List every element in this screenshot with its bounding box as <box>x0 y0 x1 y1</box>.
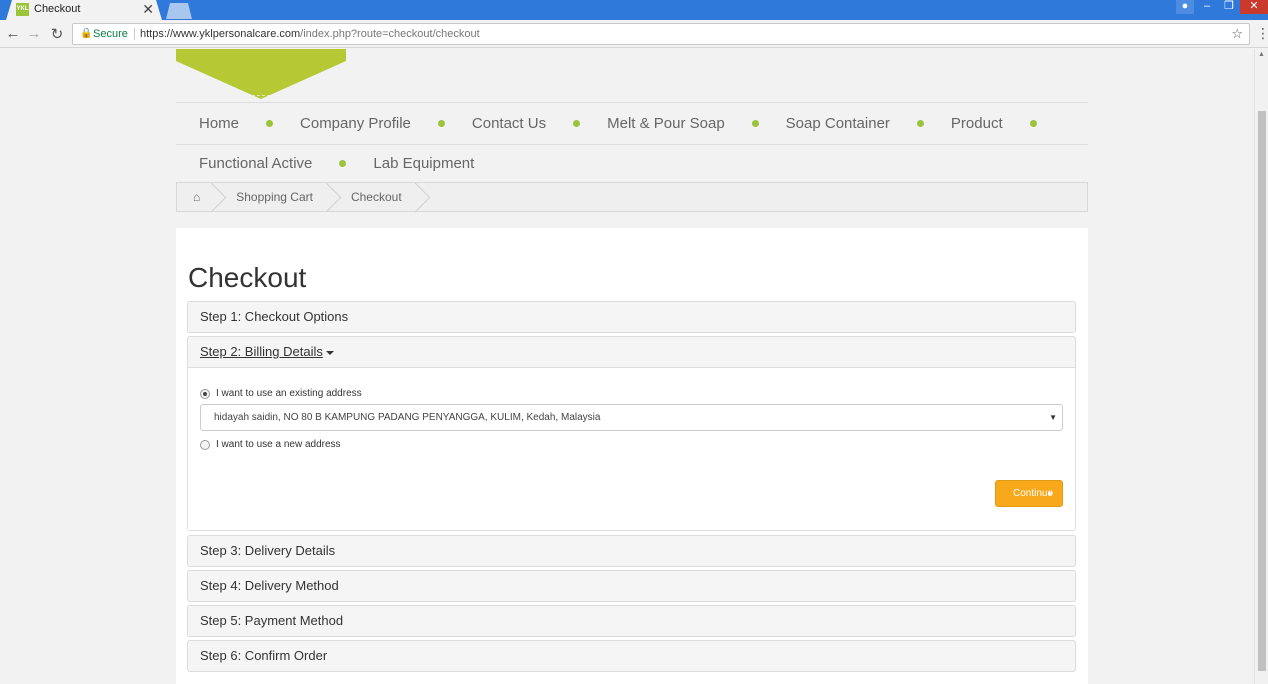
lock-icon: 🔒 <box>80 28 93 39</box>
scroll-up-icon[interactable]: ▲ <box>1258 51 1265 58</box>
continue-button[interactable]: Continue ▸ <box>995 480 1063 507</box>
step-5-heading[interactable]: Step 5: Payment Method <box>188 606 1075 636</box>
new-address-option[interactable]: I want to use a new address <box>200 439 341 450</box>
restore-icon[interactable]: ❐ <box>1220 0 1238 14</box>
step-2-link[interactable]: Step 2: Billing Details <box>200 344 323 359</box>
close-tab-icon[interactable]: ✕ <box>142 1 154 18</box>
chevron-right-icon: ▸ <box>1048 488 1053 498</box>
step-6-heading[interactable]: Step 6: Confirm Order <box>188 641 1075 671</box>
nav-separator-dot <box>266 120 274 127</box>
divider <box>134 28 135 40</box>
breadcrumb-shopping-cart[interactable]: Shopping Cart <box>214 183 329 211</box>
nav-separator-dot <box>751 120 759 127</box>
new-address-radio[interactable] <box>200 439 210 450</box>
step-1-heading[interactable]: Step 1: Checkout Options <box>188 302 1075 332</box>
step-5-panel: Step 5: Payment Method <box>187 605 1076 637</box>
secure-label: Secure <box>93 28 128 40</box>
profile-icon[interactable]: ● <box>1176 0 1194 14</box>
nav-separator-dot <box>916 120 924 127</box>
breadcrumb-home[interactable]: ⌂ <box>177 183 214 211</box>
caret-down-icon <box>325 350 334 355</box>
more-vert-icon[interactable]: ⋮ <box>1256 25 1268 42</box>
step-2-panel: Step 2: Billing Details I want to use an… <box>187 336 1076 531</box>
browser-titlebar: YKL Checkout ✕ ● – ❐ ✕ <box>0 0 1268 20</box>
new-address-label: I want to use a new address <box>216 439 341 450</box>
address-select[interactable]: hidayah saidin, NO 80 B KAMPUNG PADANG P… <box>200 404 1063 431</box>
nav-product[interactable]: Product <box>951 115 1003 132</box>
step-2-heading[interactable]: Step 2: Billing Details <box>188 337 1075 367</box>
url-path: /index.php?route=checkout/checkout <box>300 28 480 40</box>
existing-address-radio[interactable] <box>200 388 210 399</box>
minimize-icon[interactable]: – <box>1198 0 1216 14</box>
nav-soap-container[interactable]: Soap Container <box>786 115 890 132</box>
scrollbar-thumb[interactable] <box>1258 111 1266 671</box>
nav-separator-dot <box>573 120 581 127</box>
checkout-content: Checkout Step 1: Checkout Options Step 2… <box>176 228 1088 684</box>
address-select-value: hidayah saidin, NO 80 B KAMPUNG PADANG P… <box>214 412 601 423</box>
forward-arrow-icon[interactable]: → <box>25 25 43 42</box>
browser-toolbar: ← → ↻ 🔒 Secure https://www.yklpersonalca… <box>0 20 1268 48</box>
step-1-panel: Step 1: Checkout Options <box>187 301 1076 333</box>
nav-separator-dot <box>339 160 347 167</box>
nav-contact-us[interactable]: Contact Us <box>472 115 546 132</box>
home-icon: ⌂ <box>193 190 201 204</box>
url-host: https://www.yklpersonalcare.com <box>140 28 301 40</box>
step-4-panel: Step 4: Delivery Method <box>187 570 1076 602</box>
existing-address-option[interactable]: I want to use an existing address <box>200 388 362 399</box>
step-3-heading[interactable]: Step 3: Delivery Details <box>188 536 1075 566</box>
favicon: YKL <box>16 3 29 16</box>
step-4-heading[interactable]: Step 4: Delivery Method <box>188 571 1075 601</box>
step-3-panel: Step 3: Delivery Details <box>187 535 1076 567</box>
page-viewport: Home Company Profile Contact Us Melt & P… <box>0 49 1268 684</box>
window-close-icon[interactable]: ✕ <box>1240 0 1268 14</box>
back-arrow-icon[interactable]: ← <box>4 25 22 42</box>
existing-address-label: I want to use an existing address <box>216 388 362 399</box>
tab-title: Checkout <box>34 3 81 15</box>
new-tab-button[interactable] <box>166 3 192 19</box>
breadcrumb: ⌂ Shopping Cart Checkout <box>176 182 1088 212</box>
nav-separator-dot <box>437 120 445 127</box>
nav-melt-pour-soap[interactable]: Melt & Pour Soap <box>607 115 725 132</box>
nav-row-2: Functional Active Lab Equipment <box>176 145 1088 182</box>
nav-company-profile[interactable]: Company Profile <box>300 115 411 132</box>
browser-tab[interactable]: YKL Checkout ✕ <box>6 0 162 20</box>
page-scrollbar[interactable]: ▲ <box>1254 49 1268 684</box>
step-6-panel: Step 6: Confirm Order <box>187 640 1076 672</box>
breadcrumb-checkout[interactable]: Checkout <box>329 183 418 211</box>
billing-details-body: I want to use an existing address hidaya… <box>188 367 1075 530</box>
bookmark-star-icon[interactable]: ☆ <box>1231 24 1243 44</box>
nav-separator-dot <box>1029 120 1037 127</box>
nav-home[interactable]: Home <box>199 115 239 132</box>
site-logo-banner[interactable] <box>176 49 346 99</box>
reload-icon[interactable]: ↻ <box>48 25 66 43</box>
dropdown-arrow-icon: ▼ <box>1049 413 1057 422</box>
main-navigation: Home Company Profile Contact Us Melt & P… <box>176 102 1088 182</box>
page-title: Checkout <box>188 262 307 293</box>
nav-lab-equipment[interactable]: Lab Equipment <box>373 155 474 172</box>
continue-label: Continue <box>1012 488 1054 499</box>
url-text[interactable]: https://www.yklpersonalcare.com/index.ph… <box>140 24 480 44</box>
nav-functional-active[interactable]: Functional Active <box>199 155 312 172</box>
address-bar[interactable]: 🔒 Secure https://www.yklpersonalcare.com… <box>72 23 1250 45</box>
nav-row-1: Home Company Profile Contact Us Melt & P… <box>176 103 1088 145</box>
